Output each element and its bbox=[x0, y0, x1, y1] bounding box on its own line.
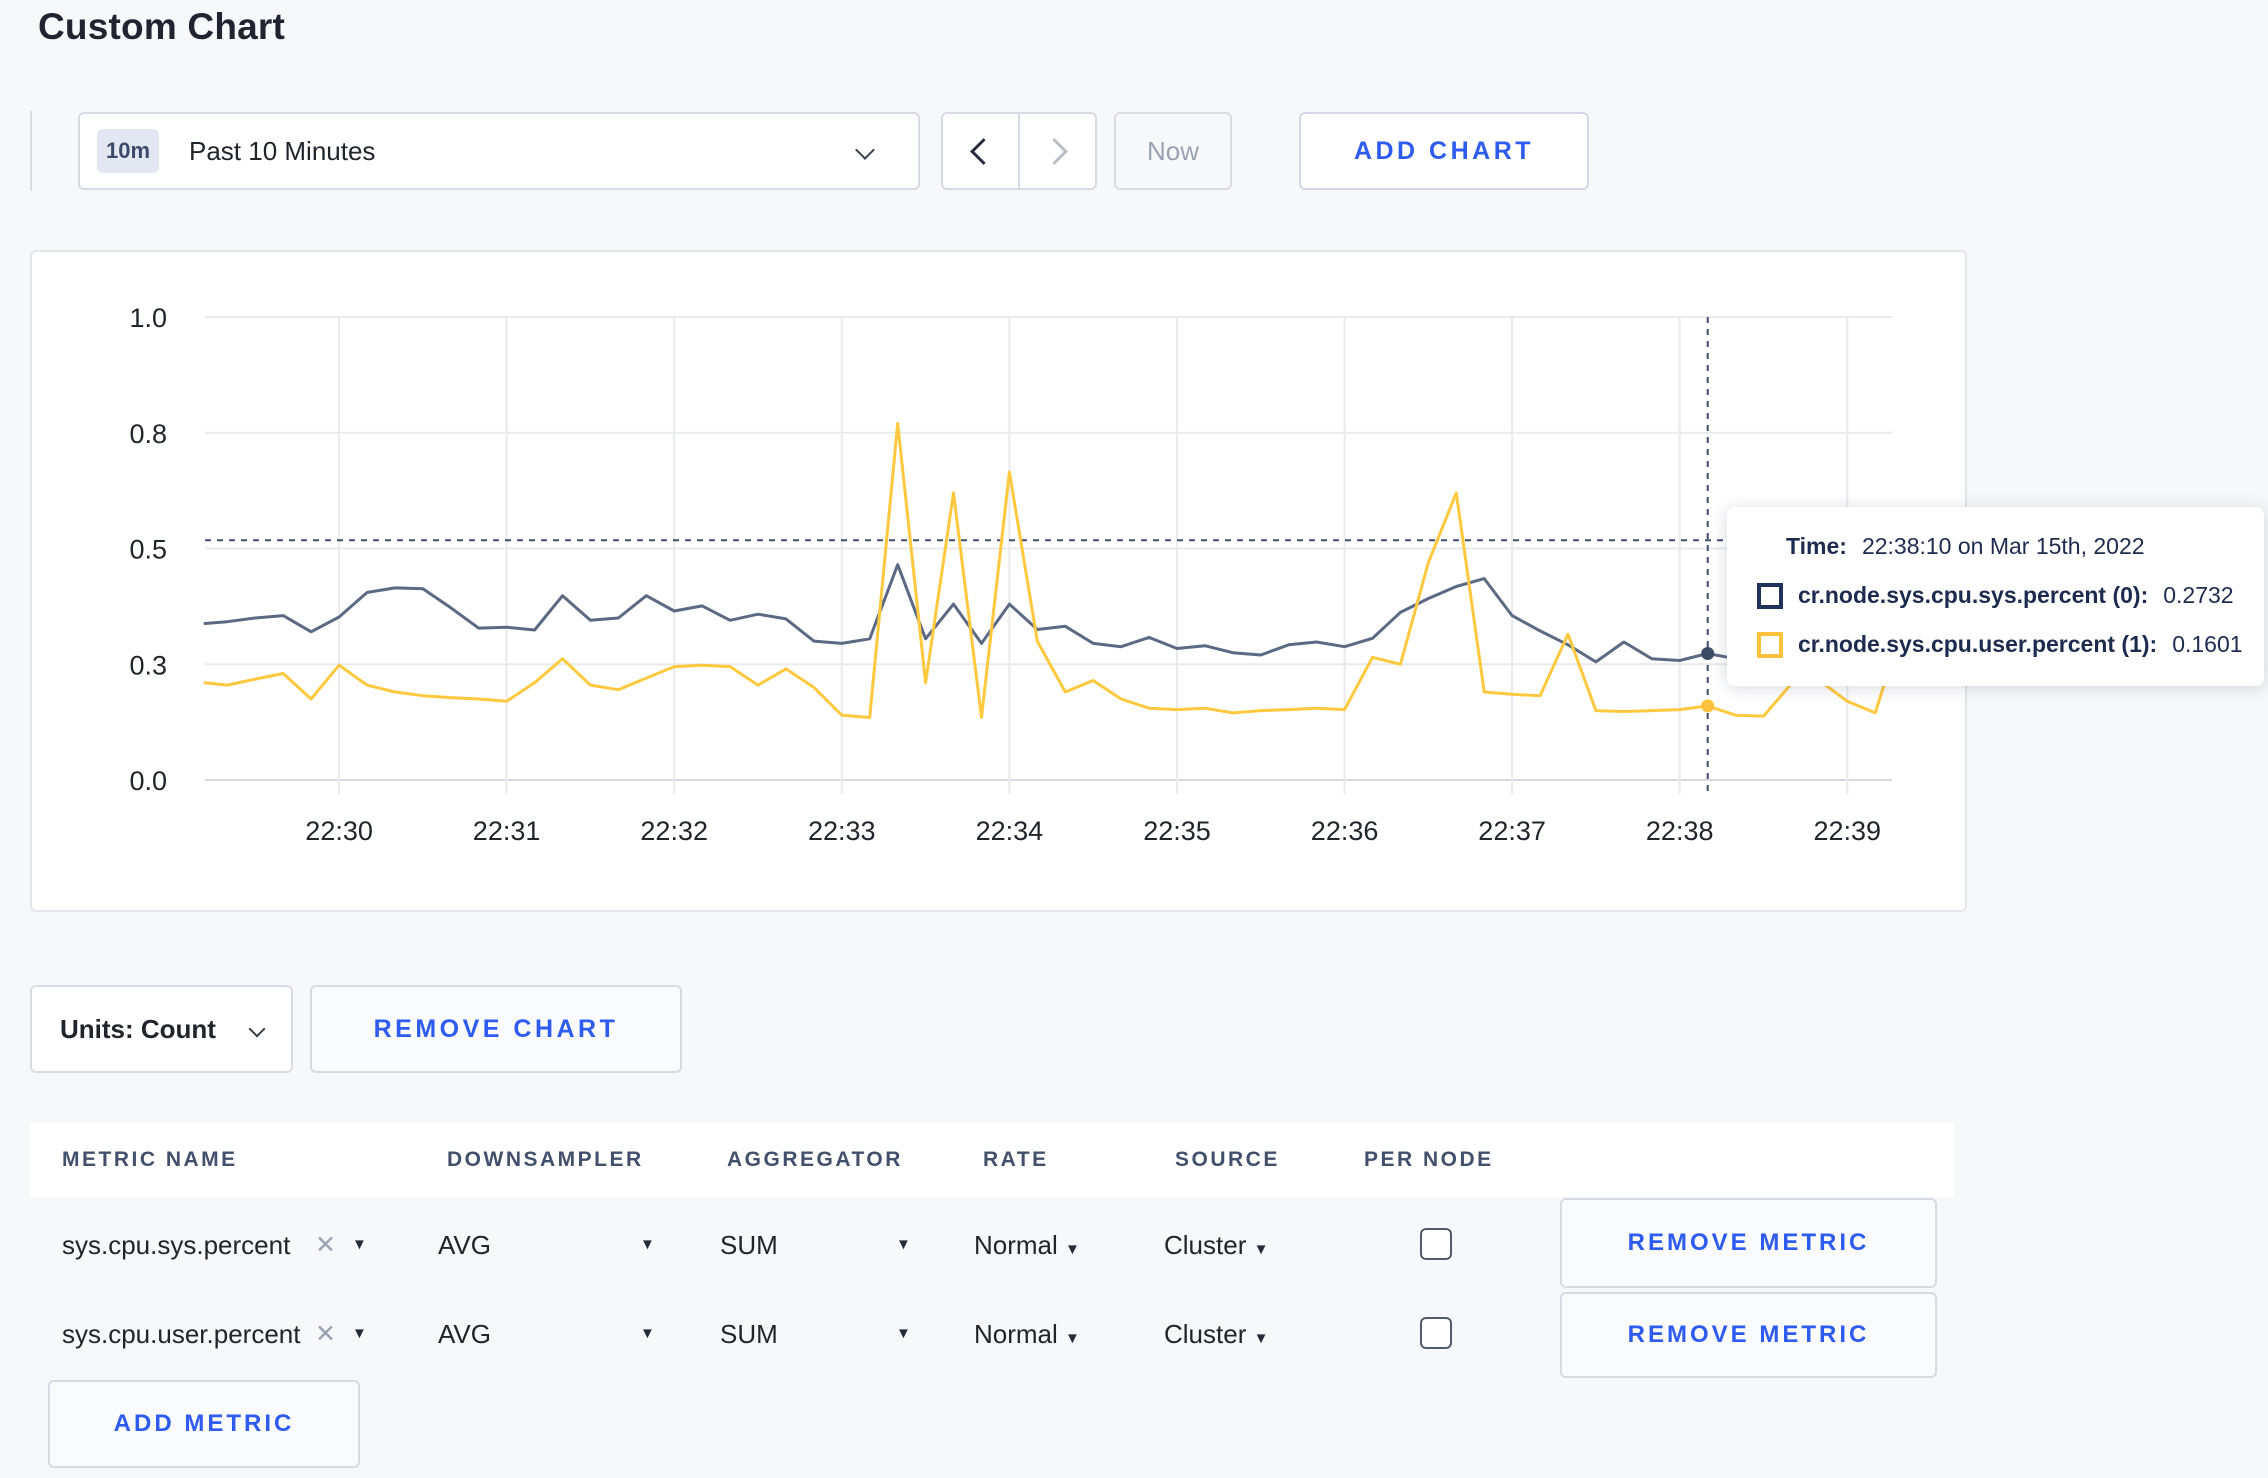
per-node-checkbox[interactable] bbox=[1420, 1228, 1452, 1260]
chevron-down-icon bbox=[248, 1020, 266, 1038]
x-tick-label: 22:30 bbox=[305, 816, 373, 846]
now-button[interactable]: Now bbox=[1114, 112, 1232, 190]
metric-name-select[interactable]: sys.cpu.sys.percent bbox=[62, 1226, 290, 1264]
cpu-usage-chart[interactable]: 0.0 0.3 0.5 0.8 1.0 22:30 22:31 22:32 22:33 22:34… bbox=[32, 252, 1965, 910]
metrics-table-header: METRIC NAME DOWNSAMPLER AGGREGATOR RATE … bbox=[30, 1123, 1954, 1197]
col-header-downsampler: DOWNSAMPLER bbox=[447, 1148, 644, 1171]
time-nav-group bbox=[941, 112, 1097, 190]
x-tick-label: 22:31 bbox=[473, 816, 541, 846]
chevron-left-icon bbox=[970, 137, 997, 165]
col-header-per-node: PER NODE bbox=[1364, 1148, 1494, 1171]
units-label: Units: Count bbox=[60, 1013, 216, 1044]
source-select[interactable]: Cluster ▼ bbox=[1164, 1315, 1268, 1358]
time-scale-badge: 10m bbox=[97, 129, 159, 173]
clear-metric-icon[interactable]: ✕ bbox=[315, 1226, 336, 1264]
metric-name-select[interactable]: sys.cpu.user.percent bbox=[62, 1315, 300, 1353]
remove-chart-button[interactable]: REMOVE CHART bbox=[310, 985, 682, 1073]
time-range-label: Past 10 Minutes bbox=[189, 135, 376, 166]
x-tick-label: 22:34 bbox=[976, 816, 1044, 846]
chevron-down-icon: ▼ bbox=[1065, 1330, 1080, 1347]
tooltip-user-value: 0.1601 bbox=[2172, 631, 2243, 657]
tooltip-sys-value: 0.2732 bbox=[2163, 582, 2234, 608]
chevron-down-icon: ▼ bbox=[1253, 1241, 1269, 1258]
downsampler-select[interactable]: AVG bbox=[438, 1226, 491, 1264]
sys-series-swatch-icon bbox=[1757, 582, 1783, 609]
user-series-swatch-icon bbox=[1757, 631, 1783, 658]
x-tick-label: 22:33 bbox=[808, 816, 876, 846]
aggregator-select[interactable]: SUM bbox=[720, 1315, 778, 1353]
crosshair-dot-sys bbox=[1701, 647, 1715, 660]
chevron-down-icon: ▼ bbox=[1065, 1241, 1080, 1258]
col-header-metric-name: METRIC NAME bbox=[62, 1148, 238, 1171]
per-node-checkbox[interactable] bbox=[1420, 1317, 1452, 1349]
chevron-down-icon[interactable]: ▼ bbox=[896, 1315, 911, 1353]
chevron-down-icon[interactable]: ▼ bbox=[640, 1226, 655, 1264]
series-line-sys bbox=[203, 563, 1894, 664]
rate-select[interactable]: Normal ▼ bbox=[974, 1226, 1080, 1269]
remove-metric-button[interactable]: REMOVE METRIC bbox=[1560, 1292, 1937, 1378]
x-tick-label: 22:37 bbox=[1478, 816, 1546, 846]
x-tick-label: 22:39 bbox=[1814, 816, 1882, 846]
custom-chart-page: Custom Chart 10m Past 10 Minutes Now ADD… bbox=[0, 0, 2268, 1478]
x-tick-label: 22:36 bbox=[1311, 816, 1379, 846]
chevron-down-icon[interactable]: ▼ bbox=[896, 1226, 911, 1264]
downsampler-select[interactable]: AVG bbox=[438, 1315, 491, 1353]
y-tick-label: 0.5 bbox=[129, 535, 167, 565]
add-metric-button[interactable]: ADD METRIC bbox=[48, 1380, 360, 1468]
crosshair-dot-user bbox=[1701, 699, 1715, 713]
page-title: Custom Chart bbox=[38, 6, 286, 47]
remove-metric-button[interactable]: REMOVE METRIC bbox=[1560, 1198, 1937, 1288]
x-tick-label: 22:32 bbox=[640, 816, 708, 846]
toolbar-divider bbox=[30, 111, 32, 191]
col-header-aggregator: AGGREGATOR bbox=[727, 1148, 903, 1171]
tooltip-time-value: 22:38:10 on Mar 15th, 2022 bbox=[1861, 533, 2145, 559]
tooltip-sys-label: cr.node.sys.cpu.sys.percent (0): bbox=[1798, 582, 2149, 608]
prev-time-button[interactable] bbox=[943, 114, 1018, 188]
y-tick-label: 0.8 bbox=[129, 419, 167, 449]
chevron-down-icon bbox=[855, 140, 875, 160]
chevron-down-icon: ▼ bbox=[1253, 1330, 1269, 1347]
x-tick-label: 22:38 bbox=[1646, 816, 1714, 846]
chart-card: 0.0 0.3 0.5 0.8 1.0 22:30 22:31 22:32 22:33 22:34… bbox=[30, 250, 2264, 912]
time-range-dropdown[interactable]: 10m Past 10 Minutes bbox=[78, 112, 920, 190]
chevron-down-icon[interactable]: ▼ bbox=[352, 1226, 367, 1264]
y-tick-label: 0.0 bbox=[129, 766, 167, 796]
chart-tooltip: Time: 22:38:10 on Mar 15th, 2022 cr.node… bbox=[1727, 507, 2264, 686]
units-select[interactable]: Units: Count bbox=[30, 985, 293, 1073]
tooltip-time-label: Time: bbox=[1786, 533, 1847, 559]
clear-metric-icon[interactable]: ✕ bbox=[315, 1315, 336, 1353]
source-select[interactable]: Cluster ▼ bbox=[1164, 1226, 1268, 1269]
col-header-rate: RATE bbox=[983, 1148, 1049, 1171]
add-chart-button[interactable]: ADD CHART bbox=[1299, 112, 1589, 190]
chevron-down-icon[interactable]: ▼ bbox=[352, 1315, 367, 1353]
y-tick-label: 0.3 bbox=[129, 650, 167, 680]
rate-select[interactable]: Normal ▼ bbox=[974, 1315, 1080, 1358]
chevron-right-icon bbox=[1041, 137, 1068, 165]
series-line-user bbox=[203, 422, 1894, 719]
y-tick-label: 1.0 bbox=[129, 303, 167, 333]
chevron-down-icon[interactable]: ▼ bbox=[640, 1315, 655, 1353]
x-tick-label: 22:35 bbox=[1143, 816, 1211, 846]
aggregator-select[interactable]: SUM bbox=[720, 1226, 778, 1264]
tooltip-user-label: cr.node.sys.cpu.user.percent (1): bbox=[1798, 631, 2158, 657]
next-time-button[interactable] bbox=[1018, 114, 1095, 188]
col-header-source: SOURCE bbox=[1175, 1148, 1280, 1171]
